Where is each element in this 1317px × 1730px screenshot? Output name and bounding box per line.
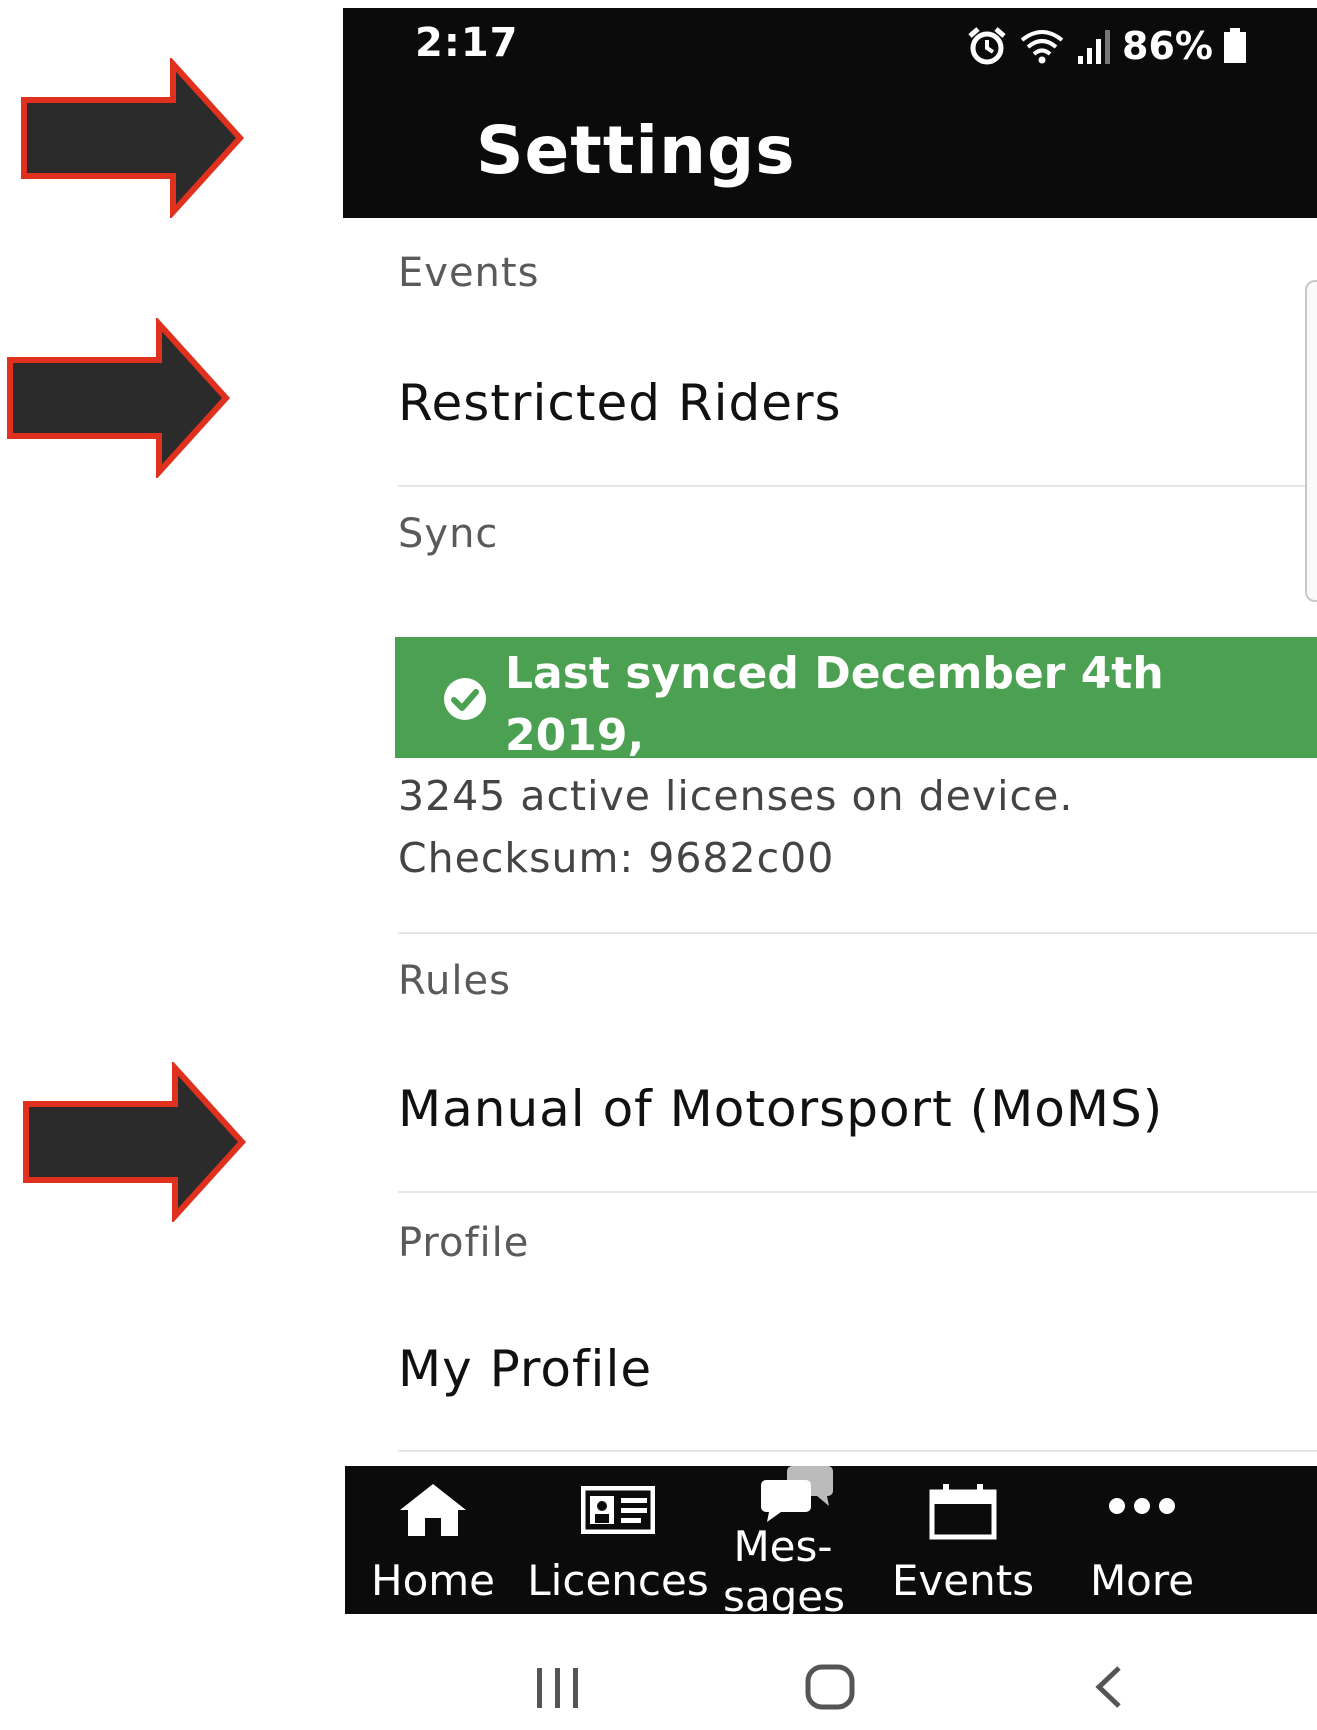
menu-item-moms[interactable]: Manual of Motorsport (MoMS) [398,1080,1278,1138]
sync-status-line1: Last synced December 4th 2019, [505,648,1164,761]
checksum-text: Checksum: 9682c00 [398,834,835,882]
divider [398,1191,1317,1193]
nav-messages-label-line2: sages [723,1572,843,1614]
nav-licences-label: Licences [527,1556,709,1605]
page-title: Settings [476,112,796,189]
status-time: 2:17 [415,20,519,66]
signal-icon [1078,30,1111,64]
recent-apps-icon[interactable] [533,1666,583,1710]
nav-more-label: More [1089,1556,1195,1605]
battery-icon [1224,28,1246,63]
home-icon [400,1484,466,1536]
battery-percent: 86% [1122,24,1213,68]
bottom-nav: Home Licences Mes- sages Events More [345,1466,1317,1614]
nav-events-label: Events [891,1556,1035,1605]
back-icon[interactable] [1091,1664,1125,1710]
app-header: 2:17 86% Settings [343,8,1317,218]
nav-messages-label: Mes- sages [723,1522,843,1614]
phone-screen: 2:17 86% Settings Events Restricted Ride… [343,8,1317,1730]
scrollbar[interactable] [1305,280,1317,602]
section-header-profile: Profile [398,1220,530,1266]
home-button-icon[interactable] [805,1664,855,1710]
alarm-icon [968,27,1006,65]
check-circle-icon [444,678,486,720]
nav-events[interactable]: Events [873,1466,1053,1614]
more-dots-icon [1109,1498,1175,1514]
annotation-arrow-settings [21,58,245,218]
nav-home[interactable]: Home [363,1466,503,1614]
annotation-arrow-moms [23,1062,247,1222]
section-header-sync: Sync [398,511,499,557]
nav-home-label: Home [370,1556,496,1605]
menu-item-restricted-riders[interactable]: Restricted Riders [398,374,1278,432]
status-icons: 86% [966,24,1247,68]
divider [398,485,1317,487]
nav-messages[interactable]: Mes- sages [723,1466,843,1614]
divider [398,1450,1317,1452]
nav-more[interactable]: More [1067,1466,1217,1614]
section-header-events: Events [398,250,540,296]
sync-status-banner: Last synced December 4th 2019, 2:17:25 p… [395,637,1317,823]
divider [398,932,1317,934]
system-nav-bar [343,1614,1317,1730]
calendar-icon [929,1484,997,1540]
chat-bubbles-icon [761,1466,834,1522]
id-card-icon [581,1486,655,1534]
nav-messages-label-line1: Mes- [733,1522,833,1571]
annotation-arrow-restricted-riders [7,318,231,478]
wifi-icon [1020,30,1064,64]
section-header-rules: Rules [398,958,511,1004]
active-licenses-text: 3245 active licenses on device. [398,772,1074,820]
menu-item-my-profile[interactable]: My Profile [398,1340,1278,1398]
nav-licences[interactable]: Licences [523,1466,713,1614]
